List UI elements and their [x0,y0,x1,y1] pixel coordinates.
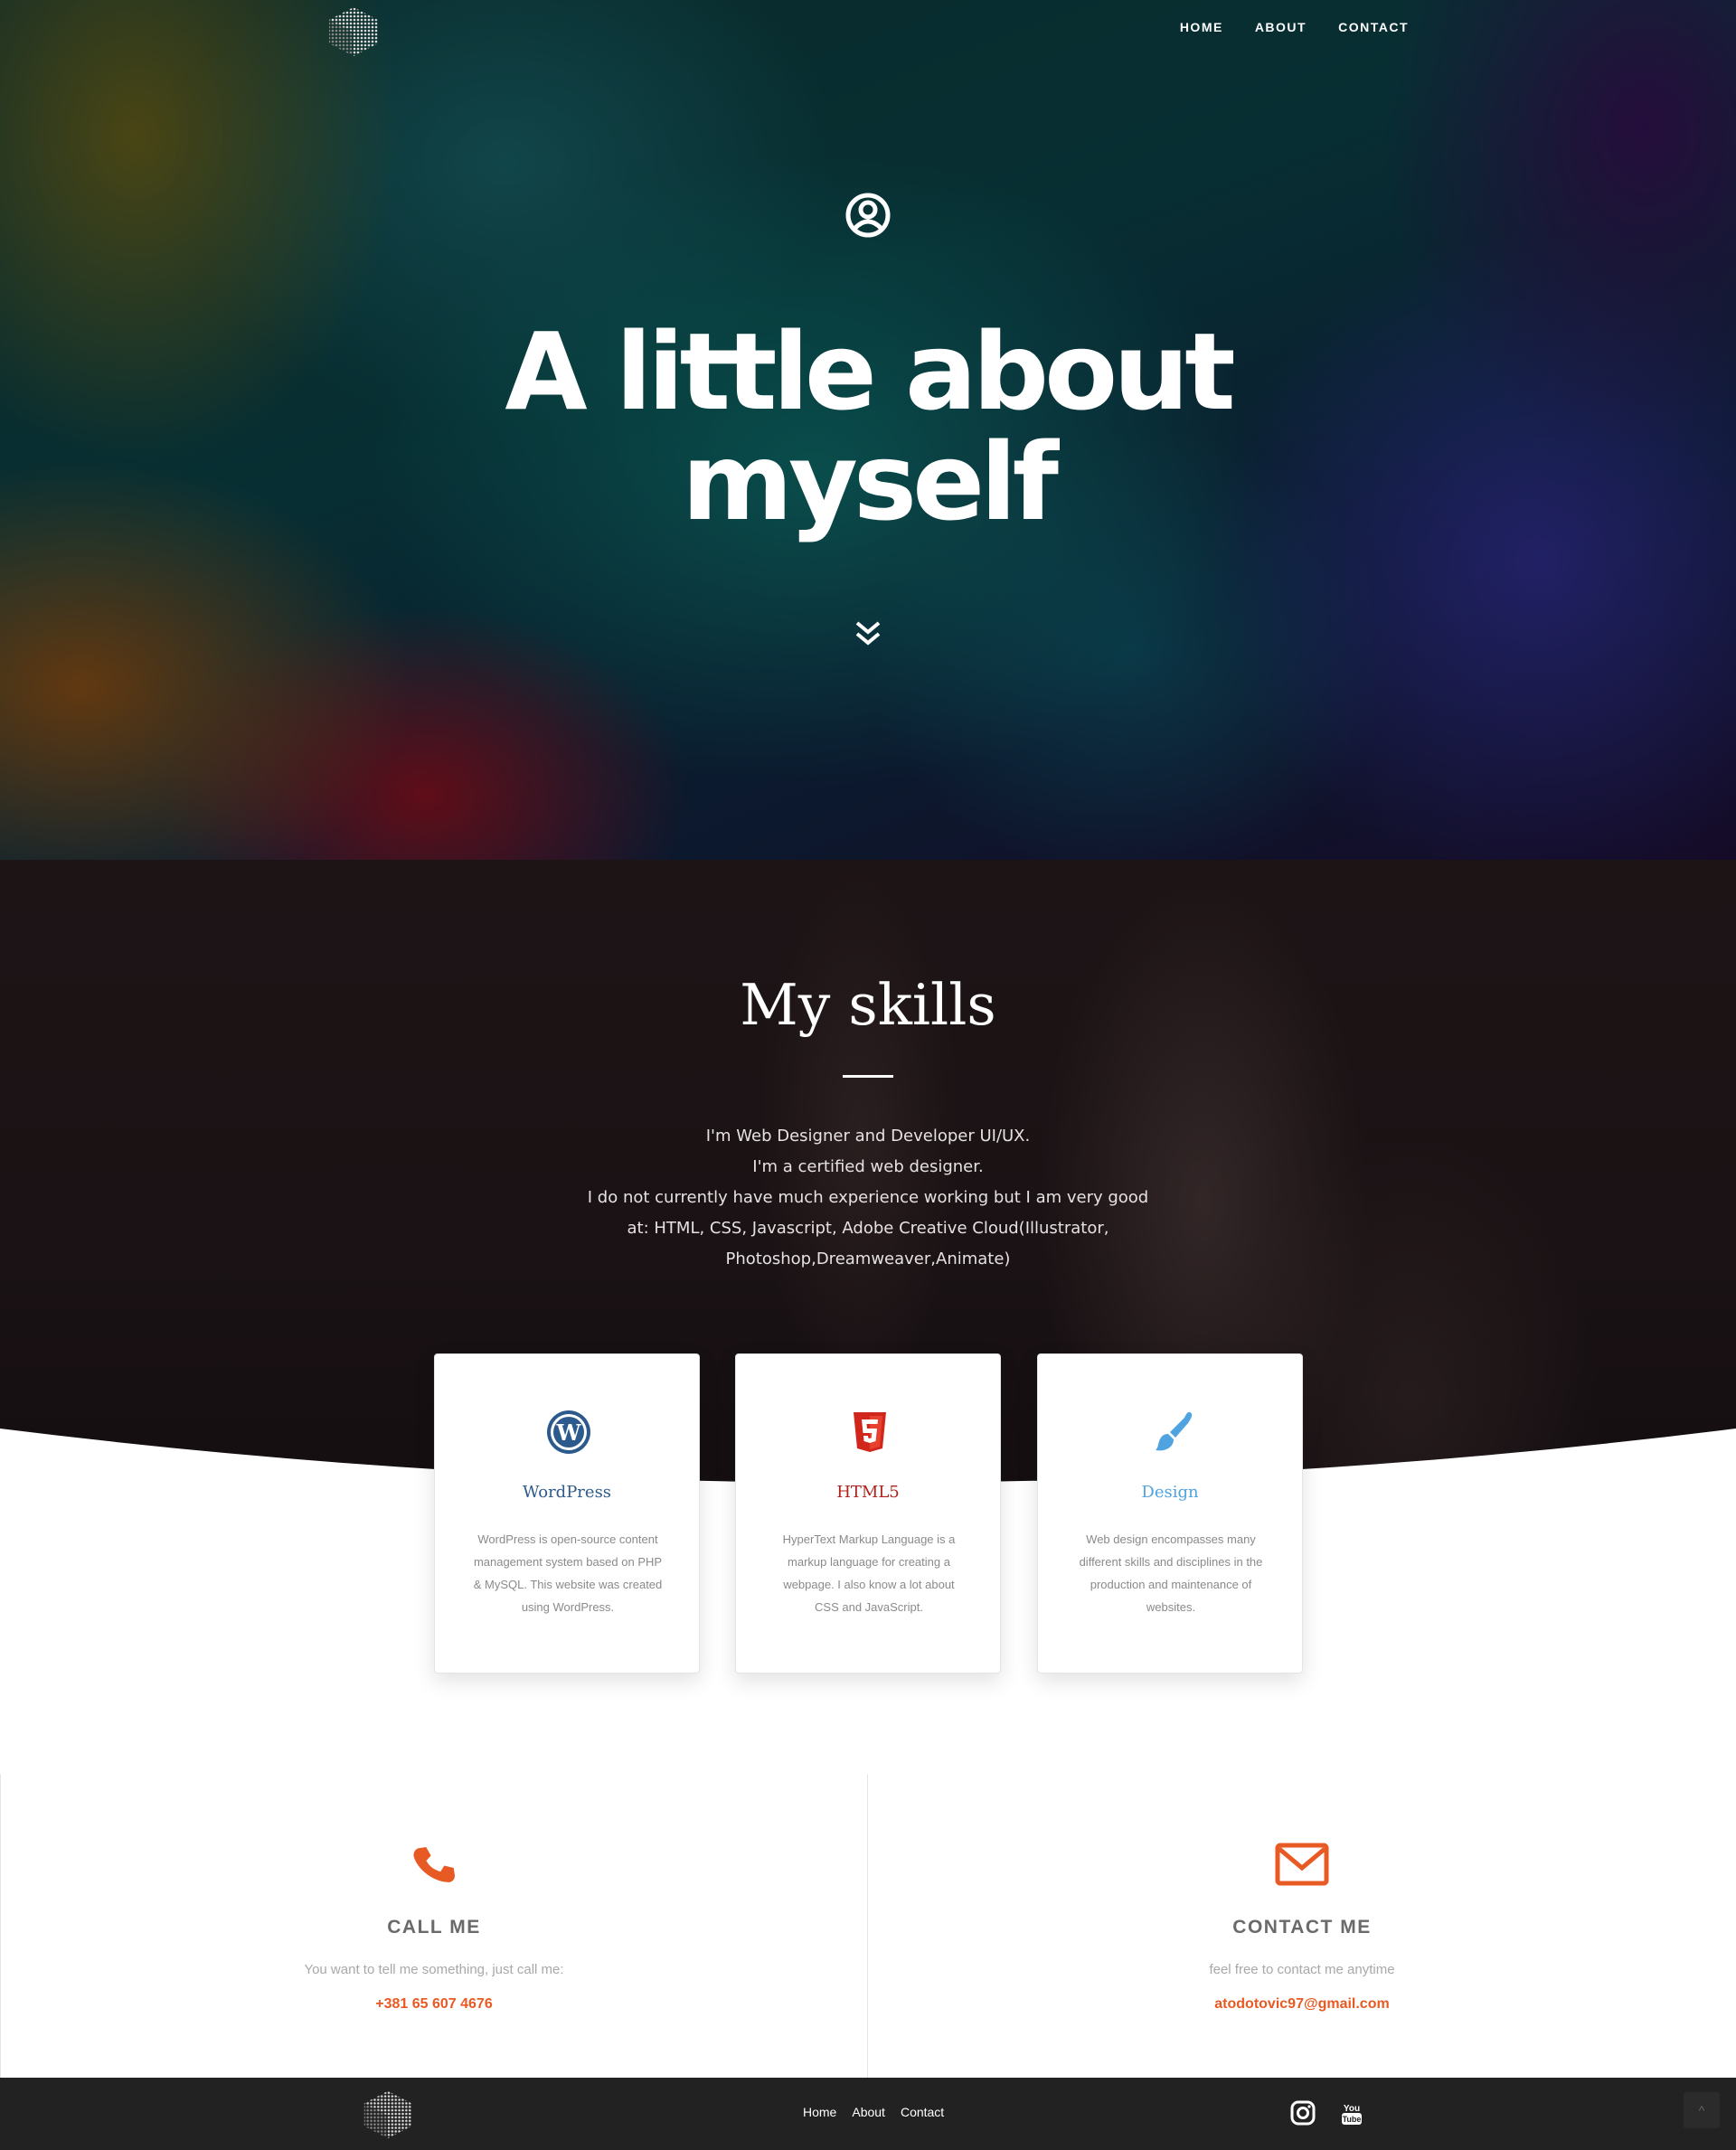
skills-description: I'm Web Designer and Developer UI/UX. I'… [579,1121,1157,1275]
nav-about[interactable]: ABOUT [1255,20,1307,34]
contact-call-column: CALL ME You want to tell me something, j… [0,1774,868,2078]
skills-text-line: at: HTML, CSS, Javascript, Adobe Creativ… [627,1219,1109,1238]
card-text: WordPress is open-source content managem… [473,1532,663,1614]
footer-nav-home[interactable]: Home [803,2105,836,2119]
card-text: HyperText Markup Language is a markup la… [782,1532,956,1614]
svg-text:You: You [1344,2104,1360,2114]
html5-icon [846,1409,893,1456]
instagram-icon[interactable] [1288,2098,1318,2128]
call-text: You want to tell me something, just call… [304,1962,564,1977]
skill-card-wordpress: W WordPress WordPress is open-source con… [434,1353,700,1674]
email-link[interactable]: atodotovic97@gmail.com [868,1996,1736,2013]
skills-title-underline [843,1075,893,1078]
cube-logo-icon [329,7,378,56]
footer-nav: Home About Contact [803,2105,959,2119]
skill-card-html5: HTML5 HyperText Markup Language is a mar… [735,1353,1001,1674]
hero-section: HOME ABOUT CONTACT A little about myself [0,0,1736,860]
user-circle-icon [844,192,892,239]
skills-text-line: I'm a certified web designer. [752,1157,984,1176]
envelope-icon [1275,1839,1329,1890]
double-chevron-down-icon[interactable] [854,619,882,646]
wordpress-icon: W [545,1409,592,1456]
youtube-icon[interactable]: You Tube [1336,2098,1367,2128]
phone-icon [409,1839,459,1890]
cube-logo-icon [363,2090,412,2139]
contact-mail-column: CONTACT ME feel free to contact me anyti… [868,1774,1736,2078]
footer-nav-contact[interactable]: Contact [901,2105,944,2119]
svg-text:Tube: Tube [1343,2115,1362,2124]
skills-text-line: Photoshop,Dreamweaver,Animate) [725,1249,1011,1268]
call-title: CALL ME [387,1917,481,1938]
phone-number-link[interactable]: +381 65 607 4676 [0,1996,868,2013]
skill-card-design: Design Web design encompasses many diffe… [1037,1353,1303,1674]
footer: Home About Contact You Tube ^ [0,2078,1736,2150]
contact-title: CONTACT ME [1232,1917,1372,1938]
skills-text-line: I'm Web Designer and Developer UI/UX. [705,1127,1031,1146]
hero-title-line-2: myself [682,420,1059,544]
card-text: Web design encompasses many different sk… [1079,1532,1263,1614]
skills-text-line: I do not currently have much experience … [587,1188,1149,1207]
card-title: WordPress [522,1483,612,1502]
card-title: HTML5 [836,1483,900,1502]
site-logo[interactable] [324,4,383,58]
back-to-top-button[interactable]: ^ [1684,2092,1720,2128]
nav-contact[interactable]: CONTACT [1338,20,1409,34]
main-nav: HOME ABOUT CONTACT [1148,20,1409,34]
skills-title: My skills [740,972,996,1038]
brush-icon [1148,1409,1195,1456]
hero-title: A little about myself [0,316,1736,537]
nav-home[interactable]: HOME [1180,20,1223,34]
footer-logo[interactable] [359,2087,417,2141]
contact-text: feel free to contact me anytime [1209,1962,1395,1977]
svg-text:W: W [556,1419,582,1446]
card-title: Design [1141,1483,1199,1502]
hero-title-line-1: A little about [505,309,1235,434]
footer-nav-about[interactable]: About [852,2105,885,2119]
